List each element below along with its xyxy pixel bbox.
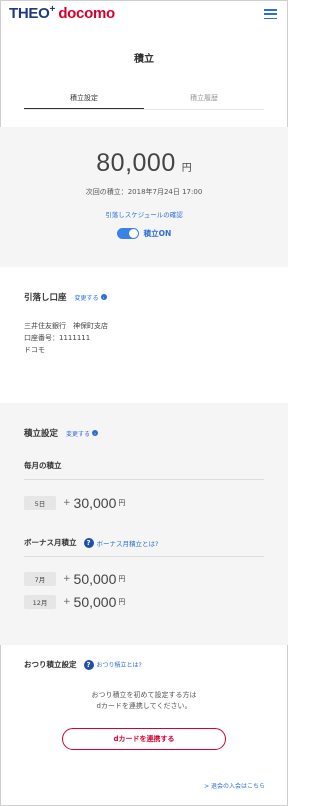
amount-value: 80,000: [96, 149, 176, 177]
inquiry-link[interactable]: > 退会の入会はこちら: [204, 781, 265, 790]
bonus-amount: 50,000: [73, 571, 117, 587]
toggle-label: 積立ON: [143, 229, 172, 238]
schedule-link[interactable]: 引落しスケジュールの確認: [0, 209, 288, 219]
logo-plus: +: [49, 4, 56, 15]
summary-panel: 80,000 円 次回の積立：2018年7月24日 17:00 引落しスケジュール…: [0, 127, 288, 267]
plus-sign: +: [63, 498, 71, 508]
link-dcard-button[interactable]: dカードを連携する: [62, 728, 226, 750]
plus-sign: +: [63, 597, 71, 607]
bonus-label: ボーナス月積立: [24, 538, 77, 547]
divider: [24, 556, 264, 557]
monthly-unit: 円: [118, 499, 126, 507]
bank-edit-label: 変更する: [74, 294, 99, 302]
bonus-month: 12月: [24, 595, 56, 609]
otsuri-title: おつり積立設定: [24, 660, 77, 669]
tab-history[interactable]: 積立履歴: [144, 88, 264, 109]
tab-settings[interactable]: 積立設定: [24, 88, 144, 109]
otsuri-desc-line1: おつり積立を初めて設定する方は: [91, 691, 197, 699]
bonus-head: ボーナス月積立 ? ボーナス月積立とは?: [24, 537, 158, 548]
bonus-amount: 50,000: [73, 594, 117, 610]
bank-name: 三井住友銀行 神保町支店: [24, 322, 108, 330]
app-header: THEO + docomo: [0, 0, 288, 28]
monthly-day: 5日: [24, 496, 56, 510]
logo-docomo: docomo: [58, 5, 115, 22]
bonus-unit: 円: [118, 598, 126, 606]
bank-head: 引落し口座 変更する ›: [24, 291, 107, 303]
bonus-unit: 円: [118, 575, 126, 583]
invest-settings-section: 積立設定 変更する › 毎月の積立 5日 + 30,000 円 ボーナス月積立 ?…: [0, 403, 288, 645]
monthly-amount: 30,000: [73, 495, 117, 511]
otsuri-head: おつり積立設定 ? おつり積立とは?: [24, 659, 142, 670]
auto-invest-toggle[interactable]: [116, 228, 139, 239]
settings-edit-label: 変更する: [66, 430, 91, 438]
monthly-label: 毎月の積立: [24, 461, 62, 470]
hamburger-icon[interactable]: [264, 9, 277, 19]
total-amount: 80,000 円: [0, 149, 288, 178]
bonus-row-dec: 12月 + 50,000 円: [24, 594, 125, 610]
logo-theo: THEO: [9, 5, 50, 22]
amount-unit: 円: [181, 163, 192, 174]
divider: [24, 479, 264, 480]
plus-sign: +: [63, 574, 71, 584]
bonus-help-link[interactable]: ボーナス月積立とは?: [97, 538, 159, 548]
info-icon: ›: [92, 430, 99, 436]
question-icon[interactable]: ?: [83, 659, 94, 670]
otsuri-description: おつり積立を初めて設定する方は dカードを連携してください。: [0, 690, 288, 712]
account-holder: ドコモ: [24, 346, 45, 354]
page-title: 積立: [134, 54, 154, 65]
otsuri-help-link[interactable]: おつり積立とは?: [97, 660, 142, 669]
bank-details: 三井住友銀行 神保町支店 口座番号：1111111 ドコモ: [24, 320, 108, 356]
bonus-row-jul: 7月 + 50,000 円: [24, 571, 125, 587]
settings-title: 積立設定: [24, 429, 59, 439]
logo[interactable]: THEO + docomo: [9, 4, 115, 22]
toggle-row: 積立ON: [0, 228, 288, 239]
bonus-month: 7月: [24, 572, 56, 586]
bank-title: 引落し口座: [24, 293, 67, 303]
next-date: 次回の積立：2018年7月24日 17:00: [85, 188, 203, 196]
settings-edit-link[interactable]: 変更する ›: [66, 429, 99, 438]
tab-bar: 積立設定 積立履歴: [24, 88, 264, 110]
otsuri-desc-line2: dカードを連携してください。: [96, 702, 192, 710]
monthly-row: 5日 + 30,000 円: [24, 495, 125, 511]
question-icon[interactable]: ?: [83, 537, 94, 548]
info-icon: ›: [100, 294, 107, 300]
settings-head: 積立設定 変更する ›: [24, 427, 99, 439]
bank-edit-link[interactable]: 変更する ›: [75, 293, 107, 302]
bank-section: 引落し口座 変更する › 三井住友銀行 神保町支店 口座番号：1111111 ドコ…: [0, 267, 288, 403]
account-number: 口座番号：1111111: [24, 334, 91, 342]
toggle-knob: [128, 229, 138, 238]
